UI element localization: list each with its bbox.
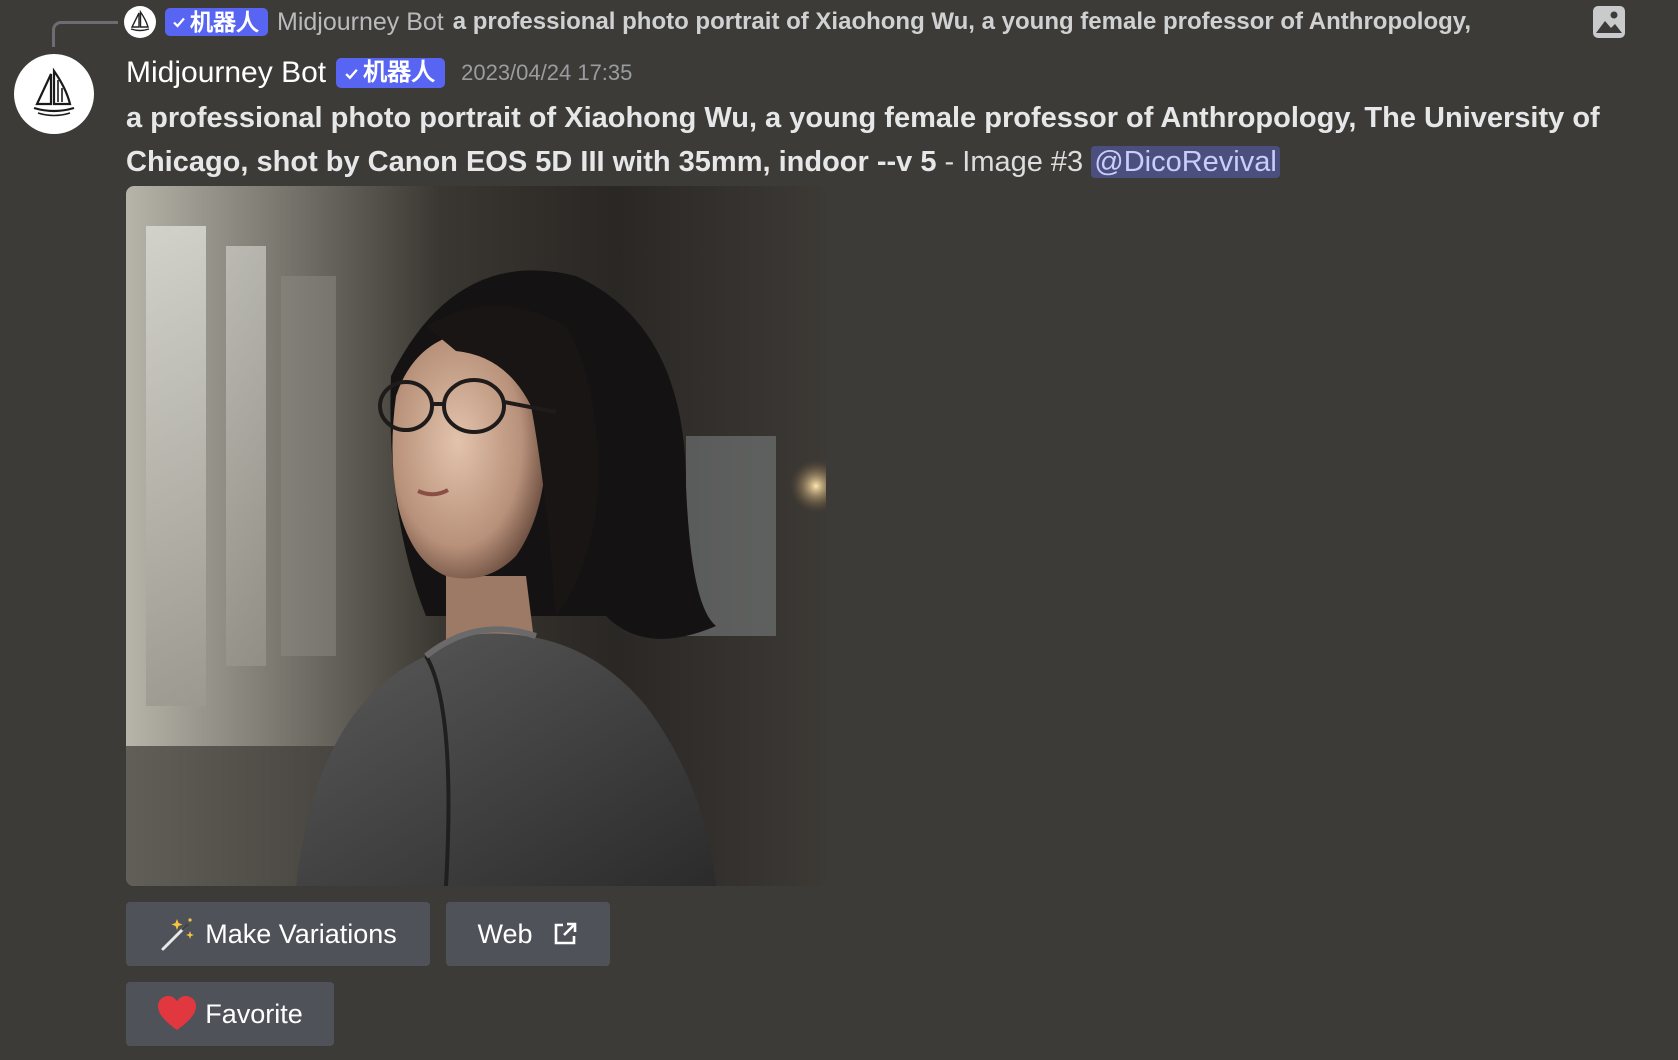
heart-icon <box>157 996 197 1032</box>
checkmark-icon <box>173 17 185 28</box>
favorite-label: Favorite <box>205 998 303 1029</box>
message-timestamp[interactable]: 2023/04/24 17:35 <box>461 60 632 86</box>
reply-avatar-sailboat-icon[interactable] <box>124 6 156 38</box>
web-link-button[interactable]: Web <box>446 902 610 966</box>
bot-badge-label: 机器人 <box>190 8 259 35</box>
image-attachment-icon <box>1592 5 1626 39</box>
checkmark-icon <box>345 68 358 80</box>
author-name[interactable]: Midjourney Bot <box>126 56 326 90</box>
make-variations-label: Make Variations <box>205 918 397 949</box>
make-variations-button[interactable]: Make Variations <box>126 902 430 966</box>
favorite-button[interactable]: Favorite <box>126 982 334 1046</box>
external-link-icon <box>551 920 579 948</box>
message-content: a professional photo portrait of Xiaohon… <box>126 96 1606 184</box>
web-label: Web <box>477 918 533 949</box>
author-avatar[interactable] <box>14 54 94 134</box>
bot-badge-label: 机器人 <box>363 59 436 86</box>
reply-preview-text[interactable]: a professional photo portrait of Xiaohon… <box>453 8 1471 36</box>
prompt-text: a professional photo portrait of Xiaohon… <box>126 102 1600 178</box>
user-mention[interactable]: @DicoRevival <box>1091 146 1280 178</box>
message-header: Midjourney Bot 机器人 2023/04/24 17:35 <box>126 52 632 94</box>
bot-badge: 机器人 <box>165 8 268 36</box>
reply-spine <box>52 21 118 47</box>
magic-wand-icon <box>159 915 197 953</box>
reply-reference[interactable]: 机器人 Midjourney Bot a professional photo … <box>124 4 1624 40</box>
image-index-text: - Image #3 <box>936 146 1092 178</box>
reply-author[interactable]: Midjourney Bot <box>277 8 444 37</box>
bot-badge: 机器人 <box>336 58 446 88</box>
sailboat-icon <box>33 67 75 117</box>
chat-message-container: 机器人 Midjourney Bot a professional photo … <box>0 0 1678 1060</box>
generated-portrait-image[interactable] <box>126 186 826 886</box>
